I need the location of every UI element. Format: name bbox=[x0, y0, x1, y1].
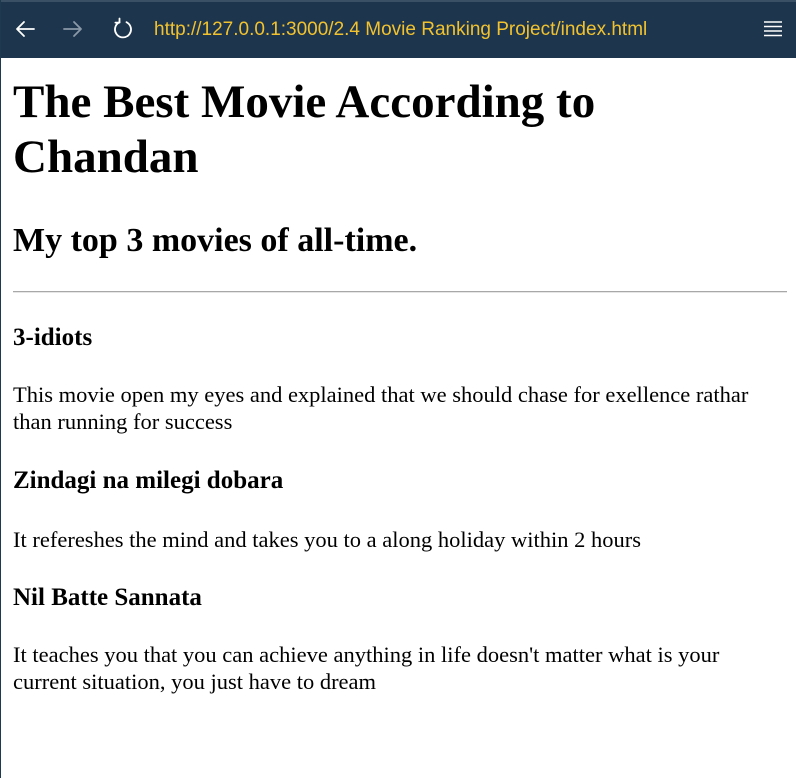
address-bar[interactable]: http://127.0.0.1:3000/2.4 Movie Ranking … bbox=[154, 17, 647, 43]
reload-icon bbox=[114, 17, 132, 39]
movie-title: 3-idiots bbox=[13, 324, 93, 351]
movie-item: Zindagi na milegi dobara It refereshes t… bbox=[13, 466, 787, 553]
hamburger-menu-icon bbox=[764, 21, 782, 37]
movie-description: It teaches you that you can achieve anyt… bbox=[13, 642, 720, 694]
reload-button[interactable] bbox=[107, 13, 139, 45]
movie-title: Zindagi na milegi dobara bbox=[13, 467, 284, 494]
movie-list: 3-idiots This movie open my eyes and exp… bbox=[13, 323, 787, 695]
divider bbox=[13, 291, 787, 293]
forward-button[interactable] bbox=[57, 13, 89, 45]
movie-title: Nil Batte Sannata bbox=[13, 584, 202, 611]
arrow-left-icon bbox=[16, 21, 35, 37]
page-content: The Best Movie According to Chandan My t… bbox=[13, 58, 787, 695]
movie-description: It refereshes the mind and takes you to … bbox=[13, 527, 641, 552]
arrow-right-icon bbox=[63, 21, 82, 37]
movie-description: This movie open my eyes and explained th… bbox=[13, 382, 749, 434]
page-subtitle: My top 3 movies of all-time. bbox=[13, 222, 418, 259]
browser-toolbar: http://127.0.0.1:3000/2.4 Movie Ranking … bbox=[1, 0, 796, 58]
menu-button[interactable] bbox=[757, 13, 789, 45]
movie-item: Nil Batte Sannata It teaches you that yo… bbox=[13, 583, 787, 695]
movie-item: 3-idiots This movie open my eyes and exp… bbox=[13, 323, 787, 435]
back-button[interactable] bbox=[9, 13, 41, 45]
page-title: The Best Movie According to Chandan bbox=[13, 76, 596, 183]
